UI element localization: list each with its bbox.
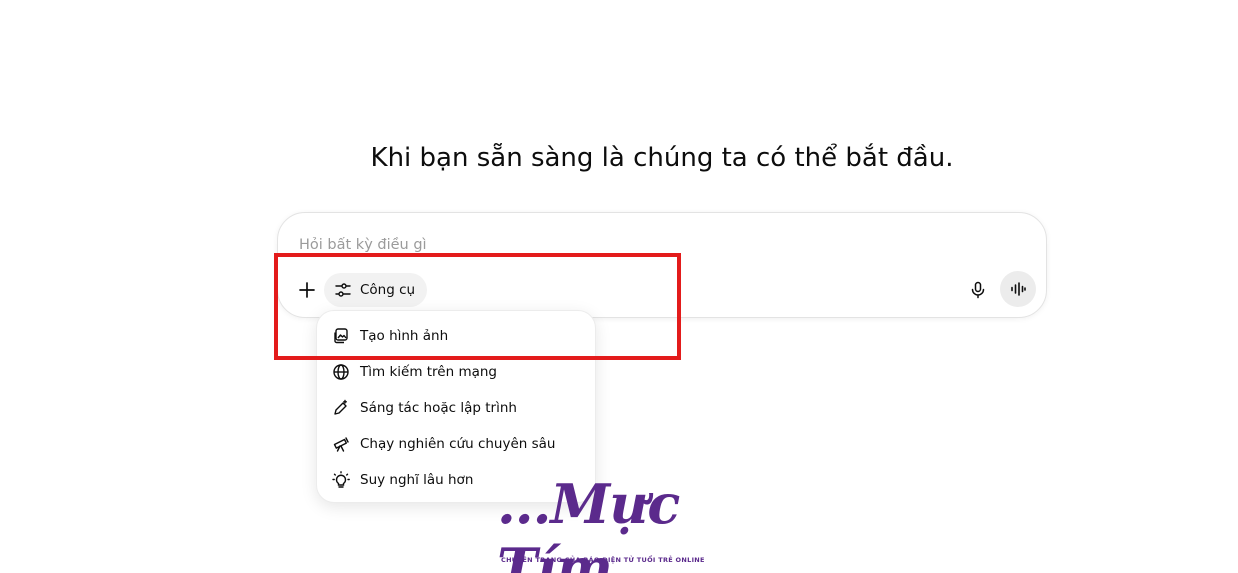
pen-sparkle-icon: [332, 399, 350, 417]
waveform-icon: [1011, 282, 1026, 296]
prompt-input[interactable]: [299, 235, 899, 255]
chat-composer[interactable]: Công cụ: [277, 212, 1047, 318]
watermark-logo: ...Mực Tím CHUYÊN TRANG CỦA BÁO ĐIỆN TỬ …: [497, 472, 742, 573]
menu-item-label: Tạo hình ảnh: [360, 328, 449, 344]
menu-item-label: Tìm kiếm trên mạng: [360, 364, 498, 380]
image-create-icon: [332, 327, 350, 345]
lightbulb-icon: [332, 471, 350, 489]
menu-item-web-search[interactable]: Tìm kiếm trên mạng: [317, 354, 595, 390]
tools-button[interactable]: Công cụ: [324, 273, 428, 307]
voice-mode-button[interactable]: [1000, 271, 1036, 307]
page-headline: Khi bạn sẵn sàng là chúng ta có thể bắt …: [370, 143, 954, 173]
watermark-tagline: CHUYÊN TRANG CỦA BÁO ĐIỆN TỬ TUỔI TRẺ ON…: [501, 556, 705, 564]
dictate-button[interactable]: [963, 275, 993, 305]
globe-icon: [332, 363, 350, 381]
menu-item-write-code[interactable]: Sáng tác hoặc lập trình: [317, 390, 595, 426]
menu-item-create-image[interactable]: Tạo hình ảnh: [317, 318, 595, 354]
menu-item-deep-research[interactable]: Chạy nghiên cứu chuyên sâu: [317, 426, 595, 462]
add-attachment-button[interactable]: [294, 277, 320, 303]
page: Khi bạn sẵn sàng là chúng ta có thể bắt …: [0, 0, 1238, 573]
menu-item-label: Suy nghĩ lâu hơn: [360, 472, 474, 488]
sliders-icon: [335, 283, 351, 297]
menu-item-label: Sáng tác hoặc lập trình: [360, 400, 517, 416]
plus-icon: [299, 282, 315, 298]
telescope-icon: [332, 435, 350, 453]
microphone-icon: [971, 281, 985, 299]
menu-item-label: Chạy nghiên cứu chuyên sâu: [360, 436, 556, 452]
tools-button-label: Công cụ: [360, 282, 416, 298]
